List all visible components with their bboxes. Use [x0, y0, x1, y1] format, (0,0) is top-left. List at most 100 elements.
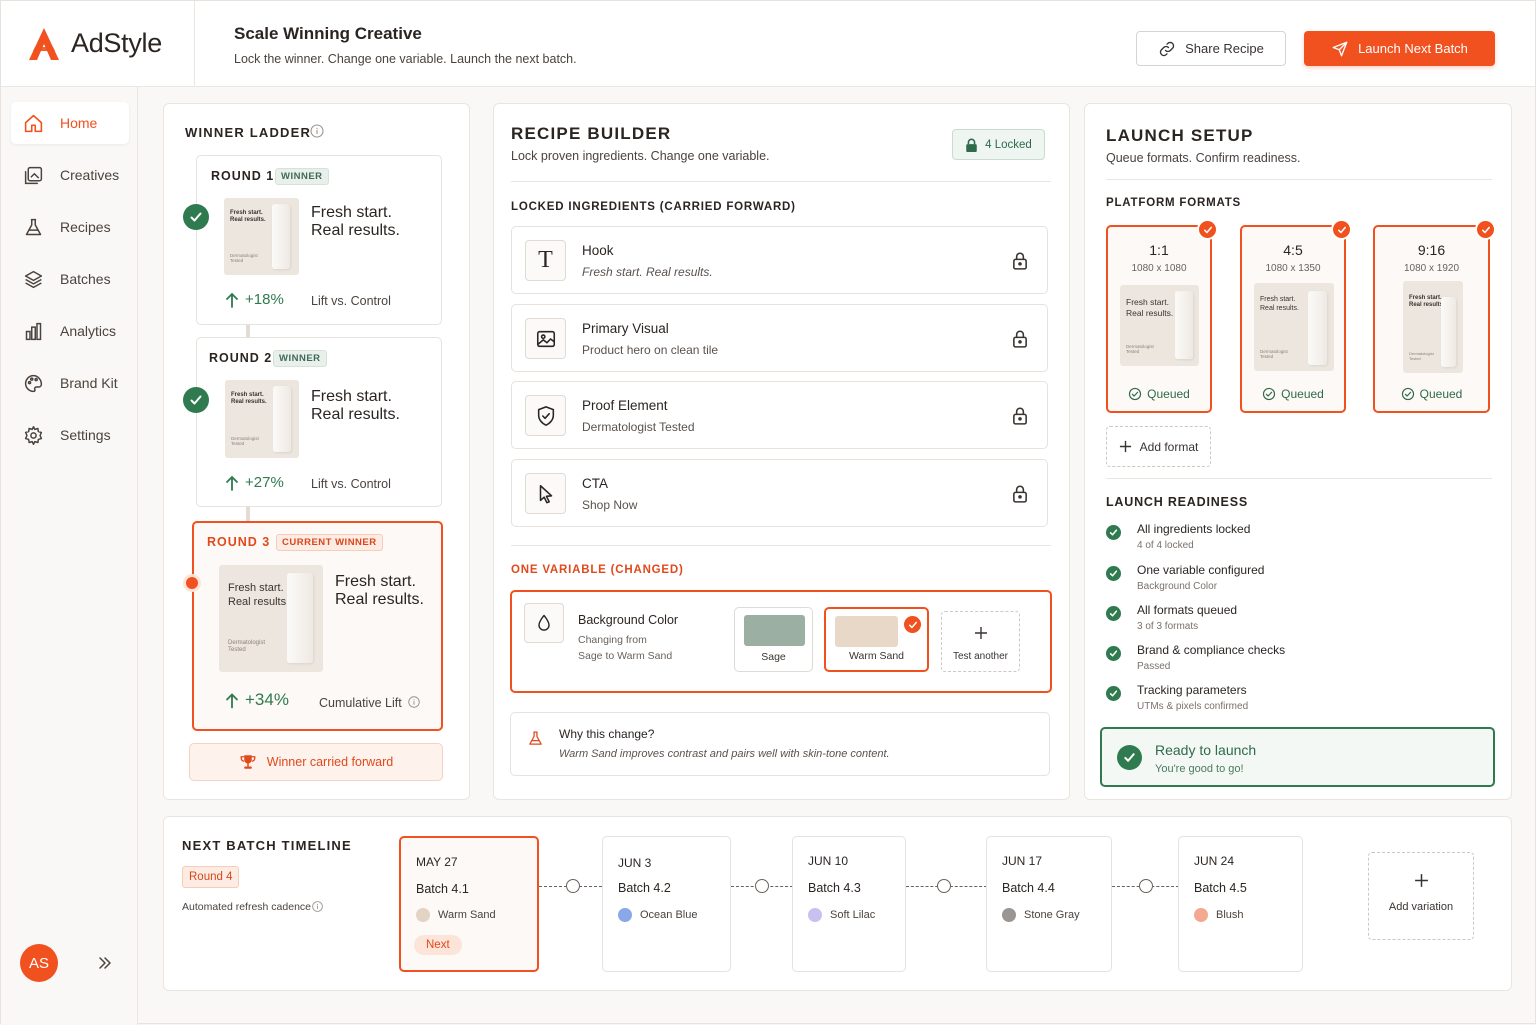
lift-percent: +27% [245, 474, 284, 491]
sidebar-item-creatives[interactable]: Creatives [11, 154, 129, 196]
color-option-label: Sage [761, 651, 786, 663]
product-tube [272, 204, 290, 269]
batch-card-4-2[interactable]: JUN 3 Batch 4.2 Ocean Blue [602, 836, 731, 972]
batch-name: Batch 4.2 [618, 881, 671, 895]
info-icon[interactable] [309, 123, 325, 139]
launch-next-batch-button[interactable]: Launch Next Batch [1304, 31, 1495, 66]
info-icon[interactable] [311, 900, 324, 913]
batch-color: Soft Lilac [808, 908, 875, 922]
test-another-button[interactable]: Test another [941, 611, 1020, 672]
format-status-label: Queued [1419, 387, 1463, 401]
round-1-card[interactable]: ROUND 1 WINNER Fresh start. Real results… [196, 155, 442, 325]
add-variation-button[interactable]: Add variation [1368, 852, 1474, 940]
readiness-title: One variable configured [1137, 563, 1265, 577]
lock-icon[interactable] [1012, 251, 1028, 270]
sidebar-item-brand-kit[interactable]: Brand Kit [11, 362, 129, 404]
creative-thumbnail: Fresh start. Real results. Dermatologist… [224, 198, 299, 275]
ingredient-primary-visual[interactable]: Primary Visual Product hero on clean til… [511, 304, 1048, 372]
brand-name: AdStyle [71, 28, 162, 58]
thumbnail-headline: Fresh start. Real results. [230, 210, 266, 223]
round-2-card[interactable]: ROUND 2 WINNER Fresh start. Real results… [196, 337, 442, 507]
sidebar-item-home[interactable]: Home [11, 102, 129, 144]
check-circle-icon [1128, 387, 1142, 401]
ingredient-proof-element[interactable]: Proof Element Dermatologist Tested [511, 381, 1048, 449]
lock-icon[interactable] [1012, 406, 1028, 425]
batch-card-4-3[interactable]: JUN 10 Batch 4.3 Soft Lilac [792, 836, 906, 972]
sidebar-item-label: Analytics [60, 323, 117, 339]
sidebar-item-batches[interactable]: Batches [11, 258, 129, 300]
collapse-sidebar-button[interactable] [95, 953, 115, 973]
launch-setup-card: LAUNCH SETUP Queue formats. Confirm read… [1084, 103, 1512, 800]
info-icon[interactable] [407, 695, 421, 709]
lift-value: +34% [225, 690, 289, 710]
bar-chart-icon [23, 321, 44, 342]
format-preview-thumbnail: Fresh start. Real results. Dermatologist… [1403, 281, 1463, 373]
lock-icon[interactable] [1012, 329, 1028, 348]
ingredient-title: CTA [582, 476, 608, 491]
sidebar-item-label: Batches [60, 271, 111, 287]
recipe-builder-title: RECIPE BUILDER [511, 124, 672, 143]
readiness-item: All formats queued 3 of 3 formats [1106, 603, 1237, 632]
ready-title: Ready to launch [1155, 742, 1257, 758]
batch-card-4-4[interactable]: JUN 17 Batch 4.4 Stone Gray [986, 836, 1112, 972]
batch-card-4-1[interactable]: MAY 27 Batch 4.1 Warm Sand Next [399, 836, 539, 972]
add-format-label: Add format [1139, 439, 1199, 454]
color-swatch [835, 616, 898, 647]
batch-date: MAY 27 [416, 855, 458, 869]
thumbnail-claim: Dermatologist Tested [231, 436, 259, 446]
format-card-9x16[interactable]: 9:16 1080 x 1920 Fresh start. Real resul… [1373, 219, 1496, 413]
cadence-label: Automated refresh cadence [182, 901, 311, 913]
sidebar-item-label: Recipes [60, 219, 111, 235]
thumbnail-claim: Dermatologist Tested [230, 253, 258, 263]
variable-panel: Background Color Changing from Sage to W… [510, 590, 1052, 693]
ingredient-hook[interactable]: T Hook Fresh start. Real results. [511, 226, 1048, 294]
variable-title: Background Color [578, 613, 679, 627]
plus-icon [974, 626, 988, 640]
color-option-sage[interactable]: Sage [734, 607, 813, 672]
image-icon [525, 318, 566, 359]
ladder-connector [246, 325, 250, 337]
sidebar-item-recipes[interactable]: Recipes [11, 206, 129, 248]
add-format-button[interactable]: Add format [1106, 426, 1211, 467]
winner-ladder-title: WINNER LADDER [185, 125, 312, 140]
thumbnail-headline: Fresh start. Real results. [231, 392, 267, 405]
batch-name: Batch 4.1 [416, 882, 469, 896]
shield-check-icon [525, 395, 566, 436]
plus-icon [1414, 873, 1429, 888]
ready-subtitle: You're good to go! [1155, 763, 1244, 775]
batch-card-4-5[interactable]: JUN 24 Batch 4.5 Blush [1178, 836, 1303, 972]
round-label: ROUND 2 [209, 351, 273, 365]
avatar[interactable]: AS [20, 944, 58, 982]
format-card-4x5[interactable]: 4:5 1080 x 1350 Fresh start. Real result… [1240, 219, 1352, 413]
creative-thumbnail: Fresh start. Real results. Dermatologist… [219, 565, 323, 672]
readiness-title: All ingredients locked [1137, 522, 1251, 536]
thumbnail-claim: Dermatologist Tested [228, 640, 266, 653]
palette-icon [23, 373, 44, 394]
arrow-up-icon [225, 292, 239, 308]
round-headline: Fresh start. Real results. [311, 204, 400, 239]
format-selected-check-icon [1331, 219, 1352, 240]
variable-desc-change: Sage to Warm Sand [578, 650, 673, 662]
share-recipe-button[interactable]: Share Recipe [1136, 31, 1286, 66]
readiness-item: All ingredients locked 4 of 4 locked [1106, 522, 1250, 551]
link-icon [1158, 40, 1176, 58]
lift-value: +27% [225, 474, 284, 491]
ingredient-cta[interactable]: CTA Shop Now [511, 459, 1048, 527]
format-card-1x1[interactable]: 1:1 1080 x 1080 Fresh start. Real result… [1106, 219, 1218, 413]
current-round-dot [183, 574, 201, 592]
round-headline: Fresh start. Real results. [335, 573, 424, 608]
format-status-label: Queued [1281, 387, 1324, 401]
sidebar-item-label: Settings [60, 427, 111, 443]
brand[interactable]: AdStyle [1, 1, 195, 87]
lock-icon[interactable] [1012, 484, 1028, 503]
color-option-warm-sand[interactable]: Warm Sand [824, 607, 929, 672]
round-complete-check [183, 387, 209, 413]
sidebar-item-settings[interactable]: Settings [11, 414, 129, 456]
check-icon [1106, 606, 1121, 621]
round-3-card[interactable]: ROUND 3 CURRENT WINNER Fresh start. Real… [192, 521, 443, 731]
sidebar-item-analytics[interactable]: Analytics [11, 310, 129, 352]
launch-setup-subtitle: Queue formats. Confirm readiness. [1106, 151, 1301, 165]
check-circle-icon [1401, 387, 1415, 401]
locked-count-badge[interactable]: 4 Locked [952, 129, 1045, 160]
layers-icon [23, 269, 44, 290]
